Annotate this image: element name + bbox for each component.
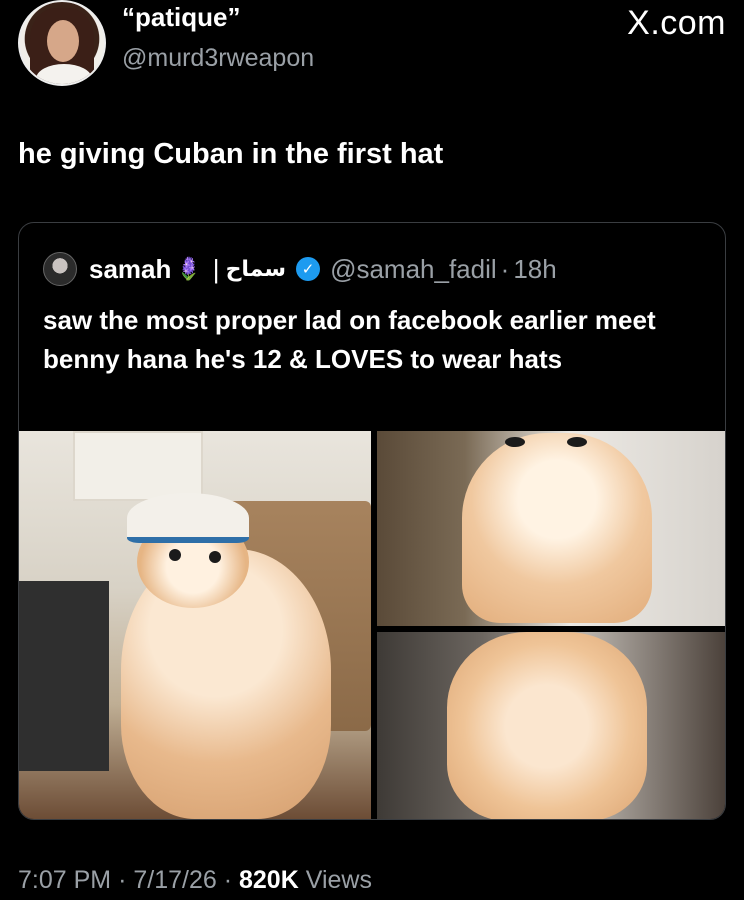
- quoted-timestamp[interactable]: 18h: [513, 254, 556, 285]
- avatar-face: [47, 20, 79, 62]
- avatar-shirt: [36, 64, 92, 84]
- quoted-author-avatar[interactable]: [43, 252, 77, 286]
- meta-dot: ·: [118, 866, 127, 894]
- cat-eye-left: [505, 437, 525, 447]
- media-image-cat-body[interactable]: [377, 632, 725, 819]
- quoted-author-name[interactable]: samah: [89, 254, 171, 285]
- post-time[interactable]: 7:07 PM: [18, 866, 111, 894]
- post-date[interactable]: 7/17/26: [133, 866, 216, 894]
- media-image-cat-closeup[interactable]: [377, 431, 725, 626]
- site-watermark: X.com: [627, 4, 726, 42]
- kitchen-counter: [19, 581, 109, 771]
- cat-eye-right: [209, 551, 221, 563]
- cat-closeup: [462, 433, 652, 623]
- views-count: 820K: [239, 866, 299, 894]
- author-avatar[interactable]: [18, 0, 106, 86]
- flower-icon: 🪻: [175, 256, 203, 281]
- tweet-text: he giving Cuban in the first hat: [18, 138, 444, 170]
- views-label: Views: [305, 866, 372, 894]
- cat-body-closeup: [447, 632, 647, 819]
- tweet-footer: 7:07 PM · 7/17/26 · 820K Views: [18, 866, 372, 895]
- quoted-tweet-header: samah 🪻 | سماح ✓ @samah_fadil · 18h: [43, 251, 557, 287]
- cat-eye-right: [567, 437, 587, 447]
- quoted-author-handle[interactable]: @samah_fadil: [330, 254, 497, 285]
- meta-dot: ·: [223, 866, 233, 894]
- meta-dot: ·: [500, 253, 510, 284]
- quoted-media-grid: [19, 431, 725, 819]
- quoted-tweet-text: saw the most proper lad on facebook earl…: [43, 305, 656, 374]
- quoted-author-arabic-name: سماح: [225, 256, 287, 282]
- tweet-header: “patique” @murd3rweapon X.com: [18, 0, 726, 86]
- name-separator: |: [212, 253, 220, 284]
- fedora-hat: [127, 493, 249, 543]
- media-image-cat-in-hat[interactable]: [19, 431, 371, 819]
- author-display-name[interactable]: “patique”: [122, 2, 240, 33]
- quoted-tweet[interactable]: samah 🪻 | سماح ✓ @samah_fadil · 18h saw …: [18, 222, 726, 820]
- cat-eye-left: [169, 549, 181, 561]
- verified-badge-icon: ✓: [296, 257, 321, 281]
- author-handle[interactable]: @murd3rweapon: [122, 44, 314, 73]
- kitchen-cabinet: [73, 431, 203, 501]
